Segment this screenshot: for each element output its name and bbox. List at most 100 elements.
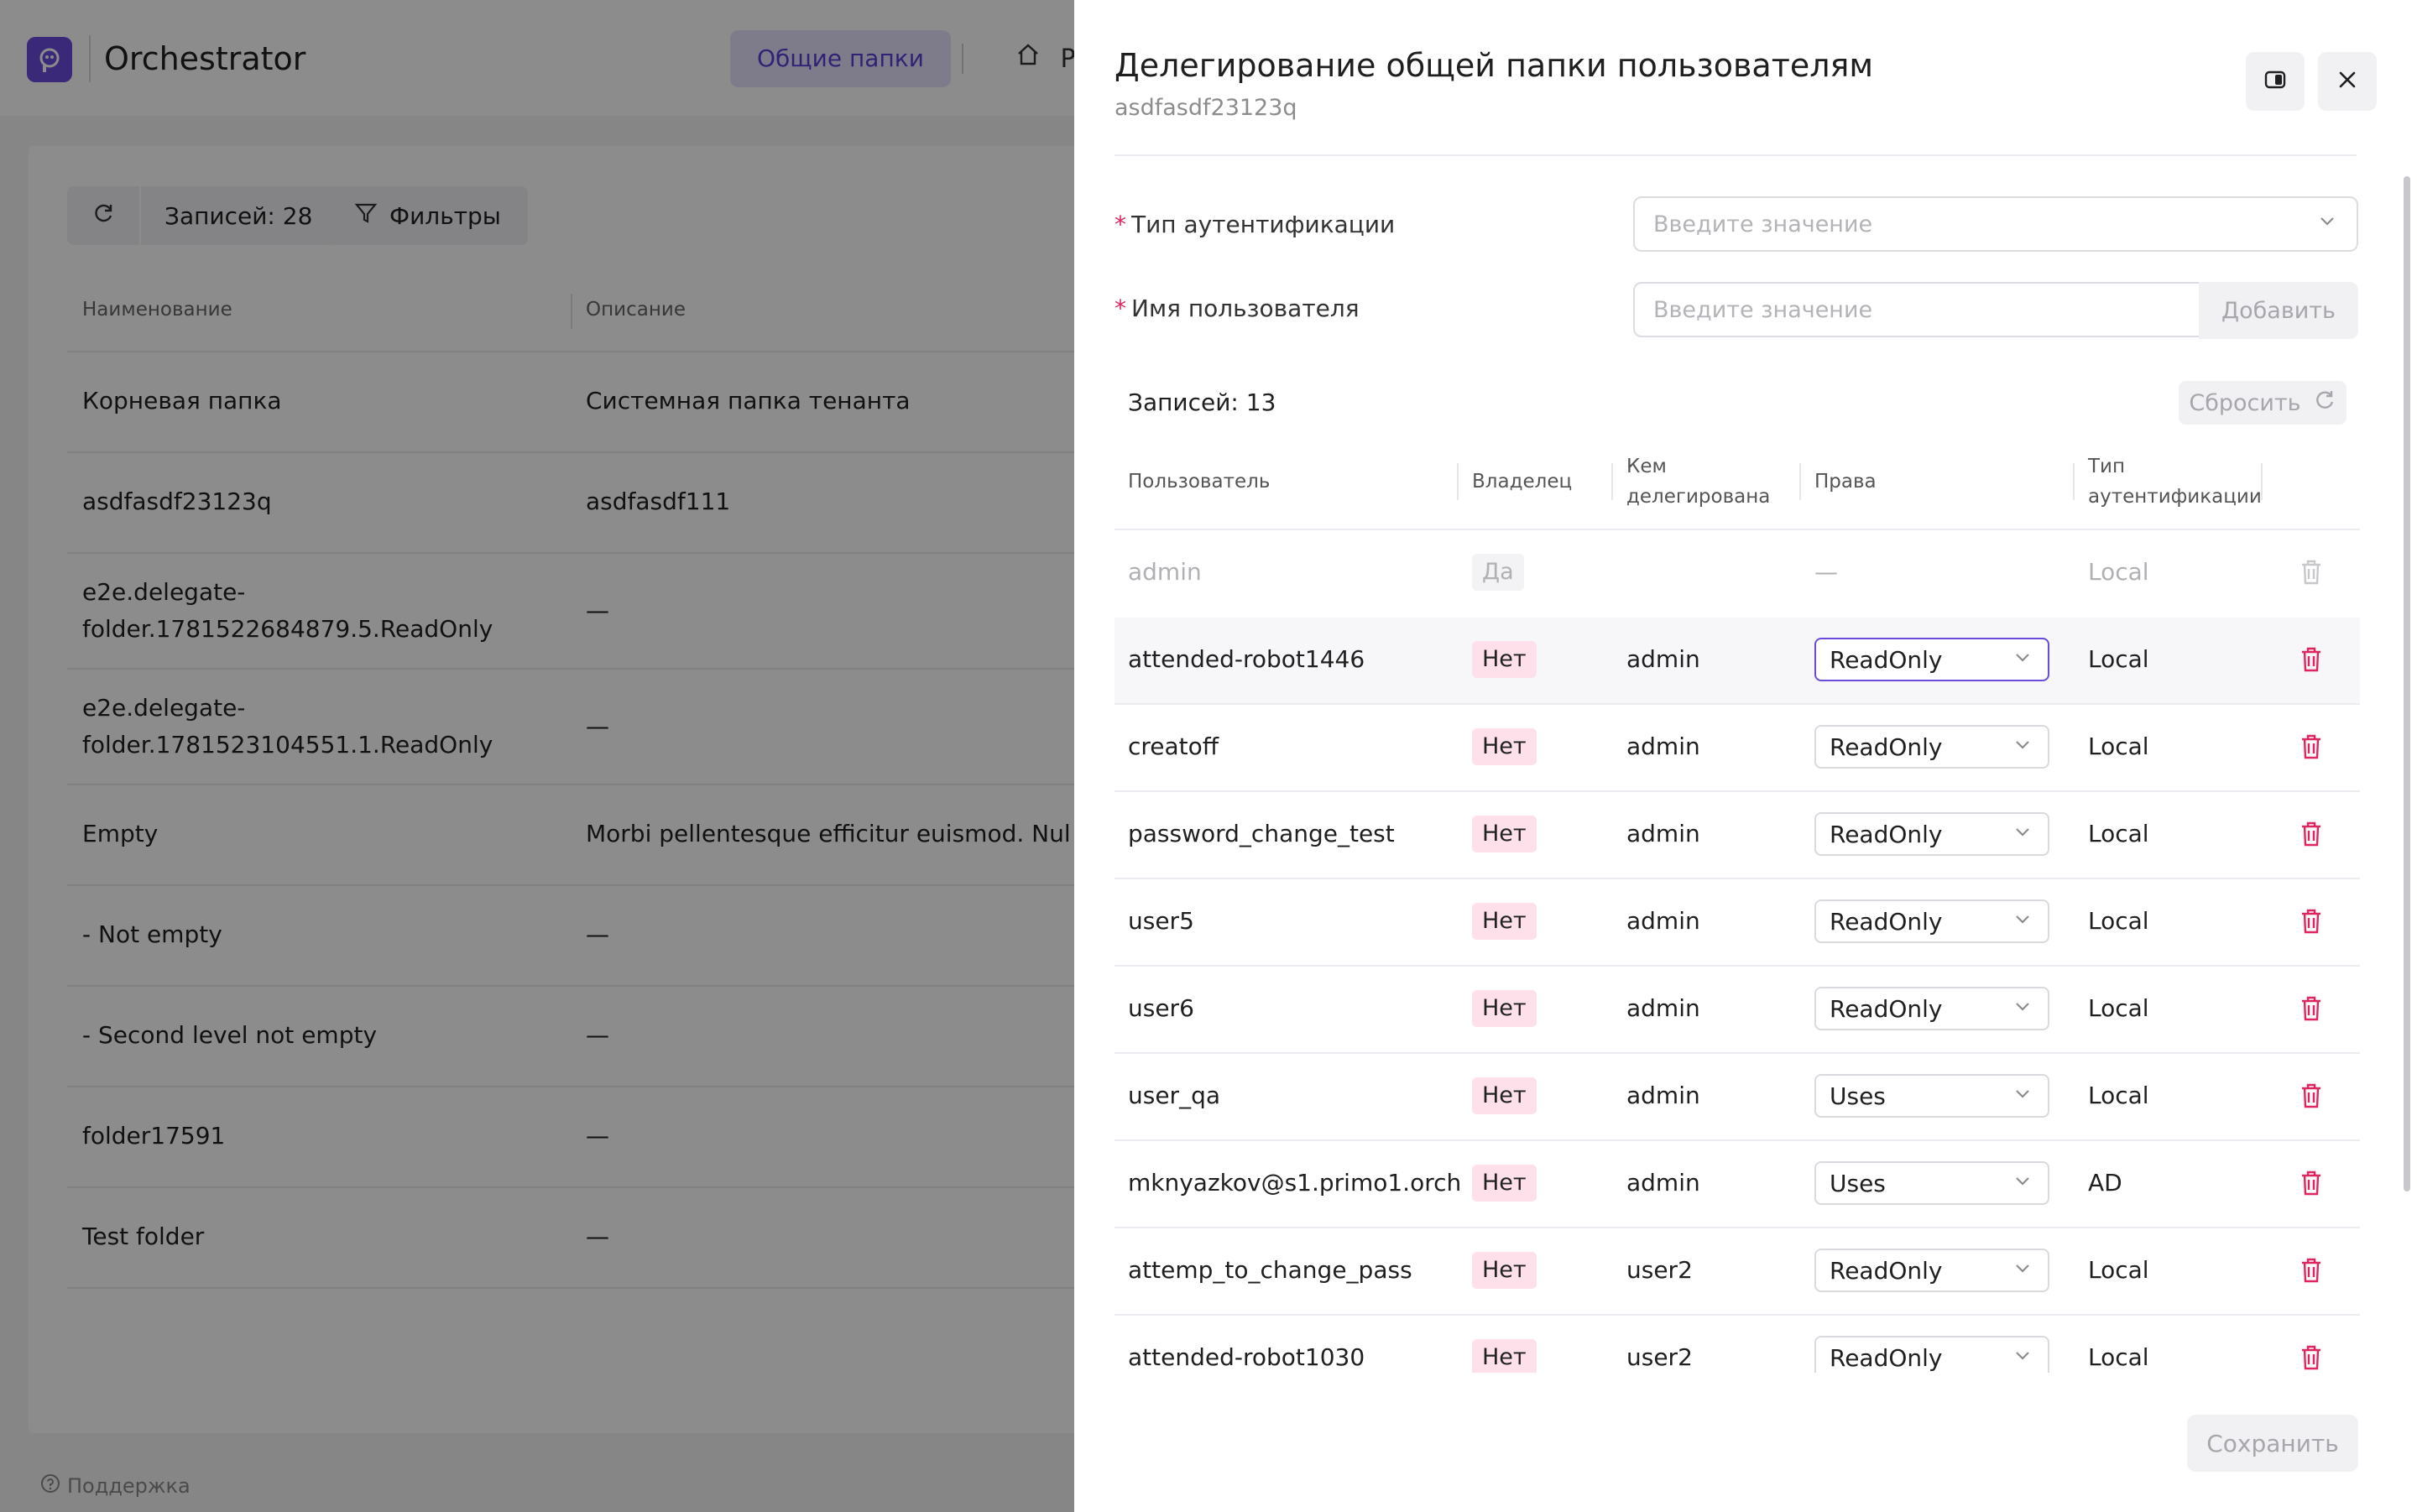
column-divider bbox=[1457, 463, 1459, 500]
auth-type-value: Local bbox=[2088, 645, 2149, 673]
expand-icon bbox=[2263, 67, 2288, 96]
column-header-rights[interactable]: Права bbox=[1814, 467, 1877, 497]
close-icon bbox=[2335, 67, 2360, 96]
auth-type-value: Local bbox=[2088, 1082, 2149, 1109]
auth-type-value: Local bbox=[2088, 994, 2149, 1022]
modal-overlay[interactable] bbox=[0, 0, 1074, 1512]
reset-button[interactable]: Сбросить bbox=[2179, 381, 2347, 425]
delete-icon bbox=[2300, 558, 2323, 587]
delegated-by: admin bbox=[1626, 1169, 1700, 1197]
rights-select-value: ReadOnly bbox=[1830, 994, 1943, 1023]
trash-icon bbox=[2302, 1083, 2320, 1108]
username-input[interactable]: Введите значение bbox=[1633, 282, 2200, 337]
trash-icon bbox=[2302, 821, 2320, 847]
chevron-down-icon bbox=[2012, 821, 2033, 848]
auth-type-label: * Тип аутентификации bbox=[1115, 208, 1395, 242]
column-header-auth-type[interactable]: Тип аутентификации bbox=[2088, 451, 2262, 512]
column-divider bbox=[2073, 463, 2075, 500]
trash-icon bbox=[2302, 909, 2320, 934]
column-header-owner[interactable]: Владелец bbox=[1472, 467, 1572, 497]
auth-type-placeholder: Введите значение bbox=[1653, 211, 1873, 237]
save-button[interactable]: Сохранить bbox=[2187, 1415, 2358, 1472]
auth-type-value: AD bbox=[2088, 1169, 2122, 1197]
column-header-delegated-by-line2: делегирована bbox=[1626, 486, 1771, 508]
username-placeholder: Введите значение bbox=[1653, 296, 1873, 323]
trash-icon bbox=[2302, 1345, 2320, 1370]
column-divider bbox=[2261, 463, 2263, 500]
trash-icon bbox=[2302, 647, 2320, 672]
delete-button[interactable] bbox=[2300, 907, 2323, 936]
rights-select[interactable]: ReadOnly bbox=[1814, 1336, 2049, 1373]
delete-button[interactable] bbox=[2300, 1169, 2323, 1197]
rights-select[interactable]: ReadOnly bbox=[1814, 638, 2049, 681]
table-row-clipped: attended-robot1030 Нет user2 ReadOnly Lo… bbox=[1115, 1316, 2360, 1373]
rights-select-value: Uses bbox=[1830, 1082, 1886, 1110]
auth-type-select[interactable]: Введите значение bbox=[1633, 196, 2358, 252]
row-divider bbox=[1115, 878, 2360, 879]
delete-button[interactable] bbox=[2300, 733, 2323, 761]
delete-button[interactable] bbox=[2300, 645, 2323, 674]
drawer-subtitle: asdfasdf23123q bbox=[1115, 95, 1297, 121]
user-name: attemp_to_change_pass bbox=[1128, 1256, 1412, 1284]
delete-button[interactable] bbox=[2300, 994, 2323, 1023]
row-divider bbox=[1115, 1139, 2360, 1141]
reset-icon bbox=[2313, 388, 2336, 418]
owner-badge: Нет bbox=[1472, 1252, 1537, 1289]
user-name: user6 bbox=[1128, 994, 1194, 1022]
owner-badge: Нет bbox=[1472, 990, 1537, 1027]
owner-badge: Нет bbox=[1472, 1077, 1537, 1114]
header-divider bbox=[1115, 529, 2360, 530]
scrollbar-thumb[interactable] bbox=[2404, 176, 2410, 1191]
column-divider bbox=[1611, 463, 1613, 500]
close-button[interactable] bbox=[2318, 52, 2377, 111]
add-user-button[interactable]: Добавить bbox=[2199, 282, 2358, 339]
rights-select[interactable]: ReadOnly bbox=[1814, 987, 2049, 1030]
drawer-title: Делегирование общей папки пользователям bbox=[1115, 47, 1874, 84]
chevron-down-icon bbox=[2012, 1257, 2033, 1285]
rights-select-value: ReadOnly bbox=[1830, 645, 1943, 674]
trash-icon bbox=[2302, 996, 2320, 1021]
chevron-down-icon bbox=[2012, 995, 2033, 1023]
user-name: attended-robot1446 bbox=[1128, 645, 1365, 673]
user-name: password_change_test bbox=[1128, 820, 1395, 847]
column-header-auth-type-line1: Тип bbox=[2088, 456, 2126, 477]
chevron-down-icon bbox=[2012, 733, 2033, 761]
username-label-text: Имя пользователя bbox=[1131, 295, 1360, 322]
delete-button[interactable] bbox=[2300, 820, 2323, 848]
delete-button[interactable] bbox=[2300, 1343, 2323, 1372]
owner-badge: Нет bbox=[1472, 1339, 1537, 1373]
rights-select-value: ReadOnly bbox=[1830, 733, 1943, 761]
chevron-down-icon bbox=[2012, 646, 2033, 674]
trash-icon bbox=[2302, 734, 2320, 759]
rights-select[interactable]: Uses bbox=[1814, 1161, 2049, 1205]
column-header-delegated-by[interactable]: Кем делегирована bbox=[1626, 451, 1770, 512]
user-name: user_qa bbox=[1128, 1082, 1221, 1109]
column-header-user[interactable]: Пользователь bbox=[1128, 467, 1270, 497]
required-marker: * bbox=[1115, 211, 1126, 238]
rights-select-value: ReadOnly bbox=[1830, 1256, 1943, 1285]
rights-select[interactable]: ReadOnly bbox=[1814, 812, 2049, 856]
chevron-down-icon bbox=[2012, 1082, 2033, 1110]
delegated-by: admin bbox=[1626, 994, 1700, 1022]
auth-type-value: Local bbox=[2088, 1256, 2149, 1284]
user-name: admin bbox=[1128, 558, 1202, 586]
delegation-records-count: Записей: 13 bbox=[1128, 388, 1276, 416]
delegated-by: user2 bbox=[1626, 1343, 1693, 1371]
delegated-by: admin bbox=[1626, 733, 1700, 760]
username-label: * Имя пользователя bbox=[1115, 292, 1360, 326]
rights-select[interactable]: ReadOnly bbox=[1814, 1249, 2049, 1292]
delete-button[interactable] bbox=[2300, 1256, 2323, 1285]
delete-button[interactable] bbox=[2300, 1082, 2323, 1110]
rights-select-value: Uses bbox=[1830, 1169, 1886, 1197]
delegated-by: user2 bbox=[1626, 1256, 1693, 1284]
row-divider bbox=[1115, 1227, 2360, 1228]
drawer-divider bbox=[1115, 154, 2357, 156]
rights-select[interactable]: ReadOnly bbox=[1814, 899, 2049, 943]
trash-icon bbox=[2302, 1170, 2320, 1196]
row-divider bbox=[1115, 790, 2360, 792]
column-divider bbox=[1799, 463, 1801, 500]
expand-button[interactable] bbox=[2246, 52, 2305, 111]
rights-select[interactable]: Uses bbox=[1814, 1074, 2049, 1118]
rights-select[interactable]: ReadOnly bbox=[1814, 725, 2049, 769]
auth-type-value: Local bbox=[2088, 907, 2149, 935]
